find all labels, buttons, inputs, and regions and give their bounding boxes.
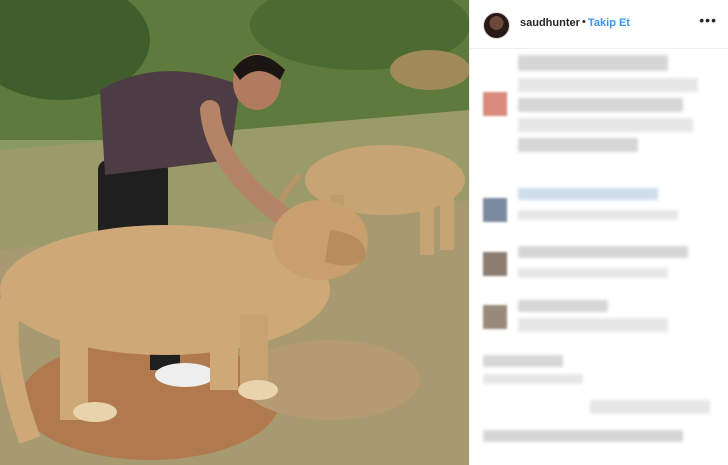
post-side-panel: saudhunter • Takip Et •••: [469, 0, 728, 465]
more-options-icon[interactable]: •••: [699, 12, 717, 28]
username-link[interactable]: saudhunter: [520, 17, 580, 29]
commenter-avatar: [483, 92, 507, 116]
user-avatar[interactable]: [483, 12, 510, 39]
instagram-post: saudhunter • Takip Et •••: [0, 0, 728, 465]
follow-button[interactable]: Takip Et: [588, 17, 630, 29]
photo-illustration: [0, 0, 469, 465]
separator-dot: •: [582, 16, 586, 28]
post-header: saudhunter • Takip Et •••: [470, 0, 728, 49]
post-photo[interactable]: [0, 0, 469, 465]
